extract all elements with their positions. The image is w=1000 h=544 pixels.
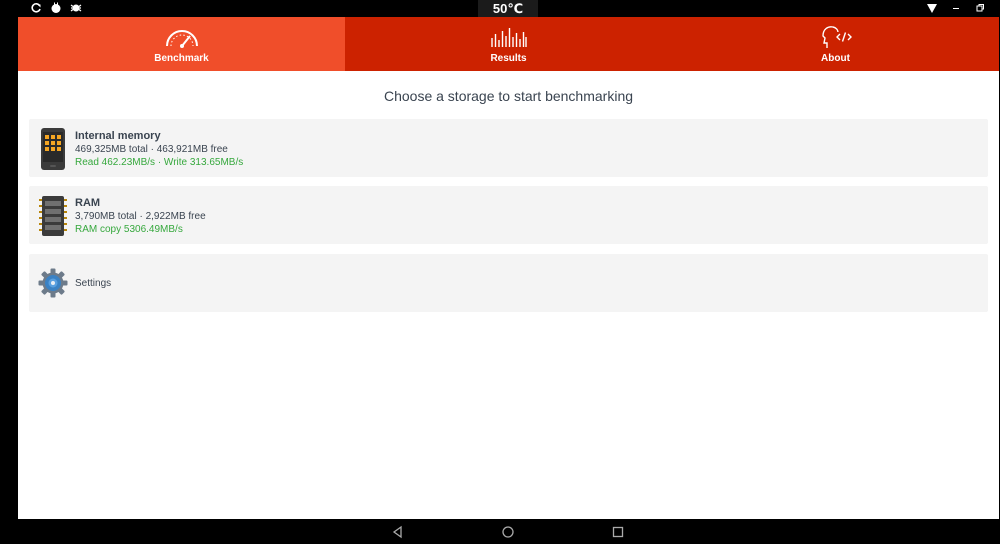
back-icon[interactable] — [391, 525, 405, 539]
phone-icon — [41, 128, 65, 170]
tab-results[interactable]: Results — [345, 17, 672, 71]
storage-item-texts: Internal memory 469,325MB total · 463,92… — [75, 130, 243, 169]
bar-chart-icon — [490, 28, 527, 47]
tab-about[interactable]: About — [672, 17, 999, 71]
memory-chip-icon — [39, 196, 67, 236]
storage-item-capacity: 3,790MB total · 2,922MB free — [75, 211, 206, 222]
storage-item-texts: RAM 3,790MB total · 2,922MB free RAM cop… — [75, 197, 206, 236]
app-window: Benchmark Results About Choose a storage… — [18, 17, 999, 519]
minimize-icon[interactable] — [950, 2, 962, 14]
tab-results-label: Results — [490, 53, 527, 64]
speedometer-icon — [165, 30, 198, 48]
tab-benchmark[interactable]: Benchmark — [18, 17, 345, 71]
refresh-icon — [31, 3, 41, 13]
wifi-icon — [927, 4, 937, 13]
bug-icon — [70, 4, 82, 12]
status-bar-left — [30, 2, 82, 14]
settings-item[interactable]: Settings — [29, 254, 988, 312]
storage-item-speed: Read 462.23MB/s · Write 313.65MB/s — [75, 157, 244, 168]
restore-icon[interactable] — [974, 2, 986, 14]
temperature-readout: 50℃ — [478, 0, 538, 17]
tab-about-label: About — [821, 53, 850, 64]
status-bar-right — [926, 2, 986, 14]
storage-item-internal-memory[interactable]: Internal memory 469,325MB total · 463,92… — [29, 119, 988, 177]
storage-item-title: RAM — [75, 197, 101, 209]
android-icon — [51, 2, 61, 13]
tab-bar: Benchmark Results About — [18, 17, 999, 71]
home-icon[interactable] — [501, 525, 515, 539]
status-bar: 50℃ — [0, 0, 1000, 17]
storage-item-speed: RAM copy 5306.49MB/s — [75, 224, 183, 235]
storage-item-capacity: 469,325MB total · 463,921MB free — [75, 144, 228, 155]
settings-label: Settings — [75, 278, 112, 289]
page-heading: Choose a storage to start benchmarking — [383, 88, 634, 104]
head-code-icon — [821, 26, 852, 48]
storage-item-ram[interactable]: RAM 3,790MB total · 2,922MB free RAM cop… — [29, 186, 988, 244]
recents-icon[interactable] — [611, 525, 625, 539]
navigation-bar — [0, 519, 1000, 544]
gear-icon — [38, 268, 68, 298]
tab-benchmark-label: Benchmark — [154, 53, 209, 64]
storage-item-title: Internal memory — [75, 130, 161, 142]
